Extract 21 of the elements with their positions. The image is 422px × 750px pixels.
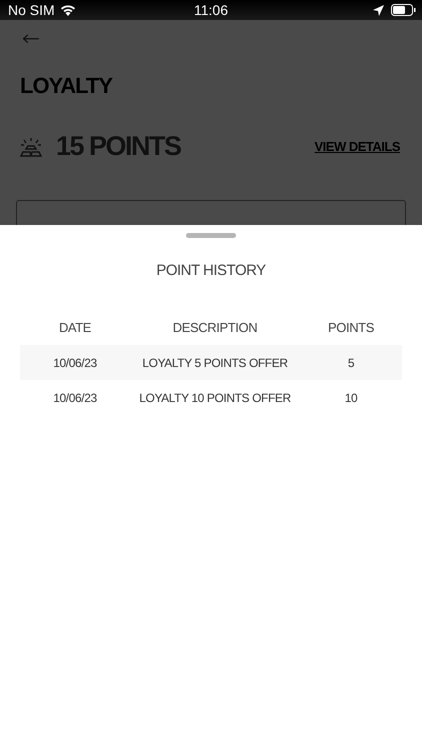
sheet-title: POINT HISTORY — [155, 262, 267, 279]
table-cell-text: LOYALTY 10 POINTS OFFER — [138, 390, 292, 404]
carrier-label: No SIM — [8, 2, 55, 18]
table-cell-text: 10/06/23 — [52, 390, 98, 404]
column-header: DESCRIPTION — [172, 320, 258, 334]
column-header: POINTS — [327, 320, 375, 334]
table-cell-text: 10/06/23 — [52, 356, 98, 370]
column-header: DATE — [58, 320, 92, 334]
back-arrow-icon[interactable] — [20, 34, 42, 44]
bars-icon — [20, 136, 42, 157]
table-cell-text: LOYALTY 5 POINTS OFFER — [141, 356, 289, 370]
page-title: LOYALTY — [20, 73, 114, 100]
points-total: 15 POINTS — [56, 131, 181, 162]
table-cell-text: 10 — [344, 390, 358, 404]
view-details-link[interactable]: VIEW DETAILS — [314, 139, 400, 154]
wifi-icon — [60, 4, 76, 16]
drag-handle[interactable] — [186, 233, 236, 238]
clock-time: 11:06 — [194, 2, 228, 18]
table-cell-text: 5 — [346, 356, 356, 370]
location-icon — [373, 4, 384, 16]
battery-icon — [391, 4, 416, 16]
